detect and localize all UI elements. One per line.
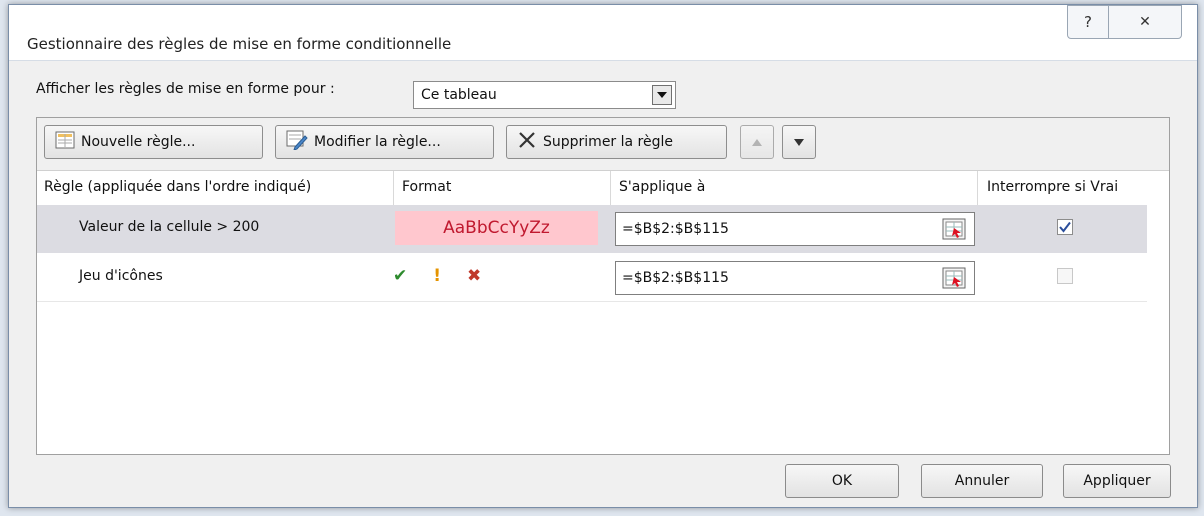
delete-rule-label: Supprimer la règle bbox=[543, 134, 674, 150]
delete-rule-button[interactable]: Supprimer la règle bbox=[506, 125, 727, 159]
applies-to-value: =$B$2:$B$115 bbox=[622, 270, 729, 286]
edit-rule-icon bbox=[286, 130, 308, 154]
rules-panel: Nouvelle règle... Modifier la règle... S… bbox=[36, 117, 1170, 455]
rule-name: Jeu d'icônes bbox=[79, 268, 163, 284]
help-button[interactable]: ? bbox=[1067, 5, 1109, 39]
show-rules-value: Ce tableau bbox=[421, 87, 497, 103]
column-divider bbox=[610, 171, 611, 205]
column-header-stop-if-true: Interrompre si Vrai bbox=[987, 179, 1119, 195]
dropdown-arrow-icon[interactable] bbox=[652, 85, 672, 105]
stop-if-true-checkbox[interactable] bbox=[1057, 219, 1073, 235]
column-header-rule: Règle (appliquée dans l'ordre indiqué) bbox=[44, 179, 312, 195]
range-picker-icon[interactable] bbox=[942, 267, 966, 289]
move-down-button[interactable] bbox=[782, 125, 816, 159]
applies-to-input[interactable]: =$B$2:$B$115 bbox=[615, 212, 975, 246]
conditional-formatting-dialog: Gestionnaire des règles de mise en forme… bbox=[8, 4, 1198, 508]
applies-to-input[interactable]: =$B$2:$B$115 bbox=[615, 261, 975, 295]
green-check-icon: ✔ bbox=[393, 266, 408, 286]
rules-toolbar: Nouvelle règle... Modifier la règle... S… bbox=[37, 118, 1169, 171]
stop-if-true-checkbox[interactable] bbox=[1057, 268, 1073, 284]
column-divider bbox=[977, 171, 978, 205]
new-rule-button[interactable]: Nouvelle règle... bbox=[44, 125, 263, 159]
rules-table-header: Règle (appliquée dans l'ordre indiqué) F… bbox=[37, 171, 1169, 205]
close-icon: ✕ bbox=[1139, 14, 1151, 30]
column-header-applies-to: S'applique à bbox=[619, 179, 706, 195]
icon-set-preview: ✔ ! ✖ bbox=[393, 266, 481, 286]
new-rule-icon bbox=[55, 131, 75, 153]
title-bar: Gestionnaire des règles de mise en forme… bbox=[9, 5, 1197, 61]
column-header-format: Format bbox=[402, 179, 452, 195]
help-icon: ? bbox=[1084, 13, 1092, 31]
ok-button[interactable]: OK bbox=[785, 464, 899, 498]
edit-rule-button[interactable]: Modifier la règle... bbox=[275, 125, 494, 159]
applies-to-value: =$B$2:$B$115 bbox=[622, 221, 729, 237]
delete-icon bbox=[517, 131, 537, 153]
exclamation-icon: ! bbox=[433, 266, 442, 286]
arrow-down-icon bbox=[794, 134, 804, 150]
check-icon bbox=[1059, 221, 1071, 233]
new-rule-label: Nouvelle règle... bbox=[81, 134, 196, 150]
column-divider bbox=[393, 171, 394, 205]
edit-rule-label: Modifier la règle... bbox=[314, 134, 441, 150]
rule-name: Valeur de la cellule > 200 bbox=[79, 219, 260, 235]
show-rules-select[interactable]: Ce tableau bbox=[413, 81, 676, 109]
dialog-title: Gestionnaire des règles de mise en forme… bbox=[27, 35, 452, 53]
arrow-up-icon bbox=[752, 134, 762, 150]
format-preview: AaBbCcYyZz bbox=[395, 211, 598, 245]
close-button[interactable]: ✕ bbox=[1108, 5, 1182, 39]
rule-row[interactable]: Valeur de la cellule > 200 AaBbCcYyZz =$… bbox=[37, 205, 1147, 253]
show-rules-label: Afficher les règles de mise en forme pou… bbox=[36, 81, 335, 97]
row-divider bbox=[37, 301, 1147, 302]
red-cross-icon: ✖ bbox=[467, 266, 482, 286]
move-up-button[interactable] bbox=[740, 125, 774, 159]
rule-row[interactable]: Jeu d'icônes ✔ ! ✖ =$B$2:$B$115 bbox=[37, 254, 1147, 302]
apply-button[interactable]: Appliquer bbox=[1063, 464, 1171, 498]
cancel-button[interactable]: Annuler bbox=[921, 464, 1043, 498]
range-picker-icon[interactable] bbox=[942, 218, 966, 240]
